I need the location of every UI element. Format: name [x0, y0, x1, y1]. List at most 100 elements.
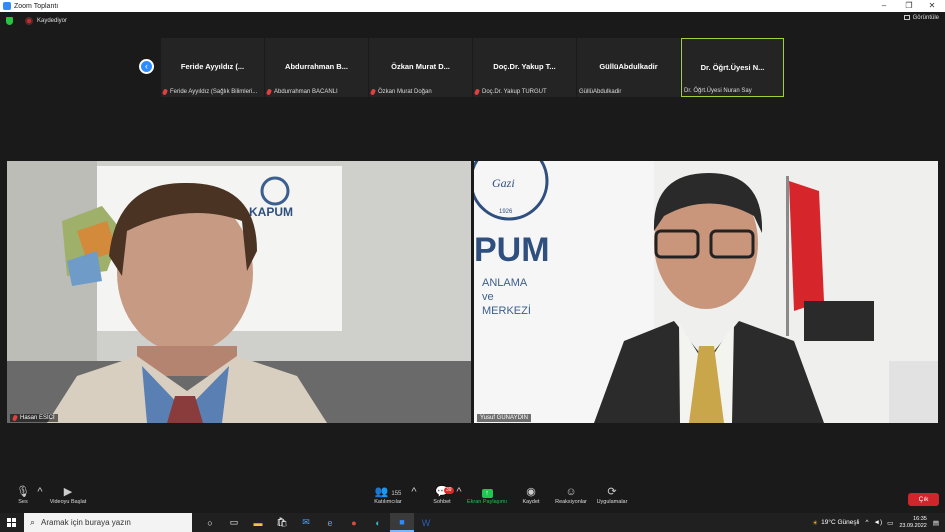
participant-strip: Feride Ayyıldız (... Feride Ayyıldız (Sa…: [161, 38, 785, 98]
store-icon[interactable]: 🛍: [270, 513, 294, 532]
video-button[interactable]: ▶ Videoyu Başlat: [48, 486, 88, 505]
participant-tile[interactable]: GüllüAbdulkadir GüllüAbdulkadir: [577, 38, 680, 97]
notifications-icon[interactable]: ▤: [933, 519, 939, 527]
weather-icon: ☀: [812, 519, 819, 527]
participant-label: Feride Ayyıldız (Sağlık Bilimleri...: [161, 88, 257, 96]
banner-line-1: ANLAMA: [482, 277, 528, 289]
chat-unread-badge: 39: [444, 487, 454, 494]
participant-name: GüllüAbdulkadir: [579, 89, 622, 95]
edge-icon[interactable]: ◐: [366, 513, 390, 532]
camera-off-icon: ▶: [63, 486, 73, 498]
mic-muted-icon: [161, 88, 169, 96]
previous-page-button[interactable]: ‹: [139, 59, 154, 74]
volume-icon[interactable]: ◄): [874, 519, 883, 526]
system-tray: ☀ 19°C Güneşli ^ ◄) ▭ 16:35 23.09.2022 ▤: [812, 513, 939, 532]
video-participant-name: Yusuf GÜNAYDIN: [480, 415, 528, 421]
chat-label: Sohbet: [433, 499, 451, 505]
participant-label: Özkan Murat Doğan: [369, 88, 432, 96]
participant-video-left: KAPUM: [7, 161, 471, 423]
tray-chevron-icon[interactable]: ^: [865, 519, 868, 526]
banner-line-3: MERKEZİ: [482, 304, 531, 317]
chevron-up-icon: ^: [37, 486, 43, 498]
minimize-button[interactable]: –: [873, 0, 895, 12]
kapum-banner-text: KAPUM: [249, 205, 293, 219]
network-icon[interactable]: ▭: [887, 519, 893, 527]
participant-name: Dr. Öğrt.Üyesi Nuran Say: [684, 88, 752, 94]
record-button[interactable]: ◉ Kaydet: [518, 486, 544, 505]
video-label: Videoyu Başlat: [49, 499, 87, 505]
participants-options-caret[interactable]: ^: [410, 486, 418, 499]
taskbar-clock[interactable]: 16:35 23.09.2022: [899, 516, 927, 530]
file-explorer-icon[interactable]: ▬: [246, 513, 270, 532]
participant-display-name: Feride Ayyıldız (...: [180, 62, 245, 71]
participant-video-right: Gazi 1926 PUM ANLAMA ve MERKEZİ: [474, 161, 938, 423]
participants-icon: 👥 155: [374, 486, 402, 498]
mail-icon[interactable]: ✉: [294, 513, 318, 532]
participant-tile-speaking[interactable]: Dr. Öğrt.Üyesi N... Dr. Öğrt.Üyesi Nuran…: [681, 38, 784, 97]
participant-display-name: Abdurrahman B...: [285, 62, 348, 71]
chat-options-caret[interactable]: ^: [455, 486, 463, 499]
grid-icon: [903, 15, 910, 20]
share-screen-label: Ekran Paylaşımı: [466, 499, 508, 505]
chevron-up-icon: ^: [456, 486, 462, 498]
video-tile-left[interactable]: KAPUM Hasan ESİCİ: [7, 161, 471, 423]
audio-label: Ses: [18, 499, 28, 505]
windows-start-icon[interactable]: [7, 518, 16, 527]
participant-label: Abdurrahman BACANLI: [265, 88, 338, 96]
record-label: Kaydet: [522, 499, 540, 505]
mic-muted-icon: [369, 88, 377, 96]
mic-muted-icon: [11, 414, 19, 422]
security-shield-icon[interactable]: [6, 17, 13, 25]
weather-text[interactable]: 19°C Güneşli: [821, 519, 859, 526]
participant-name: Abdurrahman BACANLI: [274, 89, 338, 95]
chrome-icon[interactable]: ●: [342, 513, 366, 532]
edge-legacy-icon[interactable]: e: [318, 513, 342, 532]
zoom-taskbar-icon[interactable]: ■: [390, 513, 414, 532]
taskbar-apps: ○ ▭ ▬ 🛍 ✉ e ● ◐ ■ W: [198, 513, 438, 532]
record-icon: ◉: [526, 486, 536, 498]
participant-display-name: Dr. Öğrt.Üyesi N...: [700, 63, 765, 72]
audio-button[interactable]: 🎙 Ses: [10, 486, 36, 505]
search-icon: ⌕: [30, 517, 36, 527]
chat-button[interactable]: 💬 Sohbet 39: [430, 486, 454, 505]
mic-muted-icon: [265, 88, 273, 96]
video-name-tag: Yusuf GÜNAYDIN: [477, 414, 531, 422]
participants-count: 155: [391, 491, 402, 497]
reactions-button[interactable]: ☺ Reaksiyonlar: [553, 486, 589, 505]
mic-muted-icon: [473, 88, 481, 96]
participant-display-name: Doç.Dr. Yakup T...: [493, 62, 556, 71]
clock-date: 23.09.2022: [899, 522, 927, 529]
audio-options-caret[interactable]: ^: [36, 486, 44, 499]
participant-label: GüllüAbdulkadir: [579, 89, 621, 95]
participant-tile[interactable]: Doç.Dr. Yakup T... Doç.Dr. Yakup TURGUT: [473, 38, 576, 97]
apps-button[interactable]: ⟳ Uygulamalar: [594, 486, 630, 505]
maximize-button[interactable]: ❐: [898, 0, 920, 12]
video-name-tag: Hasan ESİCİ: [10, 414, 58, 422]
close-button[interactable]: ✕: [921, 0, 943, 12]
microphone-muted-icon: 🎙: [16, 486, 30, 498]
search-placeholder: Aramak için buraya yazın: [41, 518, 131, 527]
leave-meeting-button[interactable]: Çık: [908, 493, 939, 506]
banner-line-2: ve: [482, 291, 494, 303]
cortana-icon[interactable]: ○: [198, 513, 222, 532]
gazi-logo-year: 1926: [499, 209, 513, 215]
reactions-label: Reaksiyonlar: [555, 499, 587, 505]
participant-display-name: Özkan Murat D...: [391, 62, 450, 71]
video-tile-right[interactable]: Gazi 1926 PUM ANLAMA ve MERKEZİ Yusuf GÜ…: [474, 161, 938, 423]
taskbar-search-box[interactable]: ⌕ Aramak için buraya yazın: [24, 513, 192, 532]
participants-button[interactable]: 👥 155 Katılımcılar: [370, 486, 406, 505]
participant-display-name: GüllüAbdulkadir: [599, 62, 658, 71]
gazi-logo-text: Gazi: [492, 176, 515, 190]
task-view-icon[interactable]: ▭: [222, 513, 246, 532]
share-screen-icon: ↑: [466, 486, 508, 499]
zoom-logo-icon: [3, 2, 11, 10]
participant-tile[interactable]: Abdurrahman B... Abdurrahman BACANLI: [265, 38, 368, 97]
participant-tile[interactable]: Özkan Murat D... Özkan Murat Doğan: [369, 38, 472, 97]
word-icon[interactable]: W: [414, 513, 438, 532]
participant-tile[interactable]: Feride Ayyıldız (... Feride Ayyıldız (Sa…: [161, 38, 264, 97]
share-screen-button[interactable]: ↑ Ekran Paylaşımı: [466, 486, 508, 505]
participants-label: Katılımcılar: [374, 499, 402, 505]
view-label: Görüntüle: [912, 15, 939, 22]
video-participant-name: Hasan ESİCİ: [20, 415, 55, 421]
view-button[interactable]: Görüntüle: [903, 15, 939, 22]
